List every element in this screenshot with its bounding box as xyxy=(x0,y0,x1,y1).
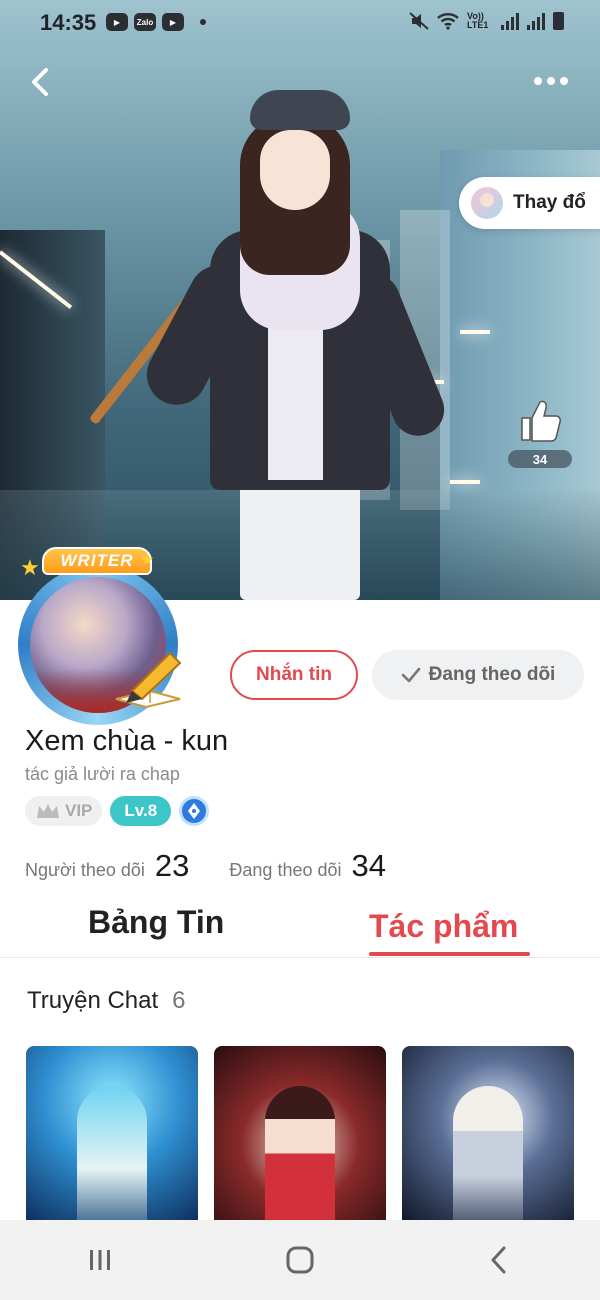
vip-badge[interactable]: VIP xyxy=(25,796,103,826)
level-badge[interactable]: Lv.8 xyxy=(110,796,172,826)
star-icon: ★ xyxy=(20,555,40,580)
story-list xyxy=(26,1046,574,1224)
network-label: Vo)) LTE1 xyxy=(467,11,489,30)
message-button[interactable]: Nhắn tin xyxy=(230,650,358,700)
system-back-button[interactable] xyxy=(470,1230,530,1290)
wifi-icon xyxy=(437,13,459,30)
notification-icons: ▶ Zalo ▶ xyxy=(106,13,206,31)
avatar[interactable]: WRITER ★ ★ xyxy=(6,545,190,725)
recent-apps-button[interactable] xyxy=(70,1230,130,1290)
story-card[interactable] xyxy=(214,1046,386,1224)
writer-badge: WRITER xyxy=(42,547,152,575)
following-button-label: Đang theo dõi xyxy=(428,664,556,685)
pen-nib-icon[interactable] xyxy=(179,796,210,826)
followers-count[interactable]: 23 xyxy=(155,848,189,884)
section-title: Truyện Chat xyxy=(27,987,159,1014)
status-time: 14:35 xyxy=(40,10,97,35)
youtube-icon: ▶ xyxy=(162,13,184,31)
home-button[interactable] xyxy=(270,1230,330,1290)
more-notifications-icon xyxy=(200,19,206,25)
following-count[interactable]: 34 xyxy=(352,848,386,884)
change-cover-label: Thay đổ xyxy=(513,192,586,213)
cover-character xyxy=(88,90,452,600)
active-tab-indicator xyxy=(369,952,530,956)
recent-apps-icon xyxy=(90,1250,110,1270)
tab-news[interactable]: Bảng Tin xyxy=(88,904,224,941)
zalo-icon: Zalo xyxy=(134,13,156,31)
followers-label[interactable]: Người theo dõi xyxy=(25,860,145,881)
like-button[interactable]: 34 xyxy=(508,398,572,472)
profile-tabs: Bảng Tin Tác phẩm xyxy=(0,900,600,958)
system-nav-bar xyxy=(0,1220,600,1300)
home-icon xyxy=(286,1246,314,1274)
story-card[interactable] xyxy=(402,1046,574,1224)
chevron-left-icon xyxy=(32,68,48,96)
stats-row: Người theo dõi 23 Đang theo dõi 34 xyxy=(25,848,386,884)
more-dots-icon xyxy=(534,77,542,85)
profile-bio: tác giả lười ra chap xyxy=(25,764,180,784)
youtube-icon: ▶ xyxy=(106,13,128,31)
badge-row: VIP Lv.8 xyxy=(25,796,210,826)
signal-icon-2 xyxy=(527,12,545,30)
signal-icon xyxy=(501,12,519,30)
mute-icon xyxy=(409,12,429,30)
profile-screen: 14:35 ▶ Zalo ▶ Vo)) LTE1 Thay đổ 34 WRIT… xyxy=(0,0,600,1300)
following-toggle-button[interactable]: Đang theo dõi xyxy=(372,650,584,700)
cover-thumbnail xyxy=(471,187,503,219)
back-button[interactable] xyxy=(22,62,58,102)
back-arrow-icon xyxy=(491,1246,506,1274)
change-cover-button[interactable]: Thay đổ xyxy=(459,177,600,229)
cover-image xyxy=(0,0,600,600)
more-options-button[interactable] xyxy=(534,70,574,92)
battery-icon xyxy=(553,12,564,30)
profile-name: Xem chùa - kun xyxy=(25,725,229,757)
section-count: 6 xyxy=(172,987,186,1014)
vip-label: VIP xyxy=(65,801,93,820)
following-label[interactable]: Đang theo dõi xyxy=(229,860,341,881)
story-card[interactable] xyxy=(26,1046,198,1224)
status-bar: 14:35 ▶ Zalo ▶ Vo)) LTE1 xyxy=(0,0,600,44)
crown-icon xyxy=(37,804,59,818)
like-count: 34 xyxy=(508,450,572,468)
check-icon xyxy=(401,667,420,683)
thumbs-up-icon xyxy=(521,400,561,442)
star-icon: ★ xyxy=(140,552,155,569)
section-header[interactable]: Truyện Chat 6 xyxy=(27,987,186,1015)
tab-works[interactable]: Tác phẩm xyxy=(369,908,518,945)
fountain-pen-icon xyxy=(115,651,182,709)
